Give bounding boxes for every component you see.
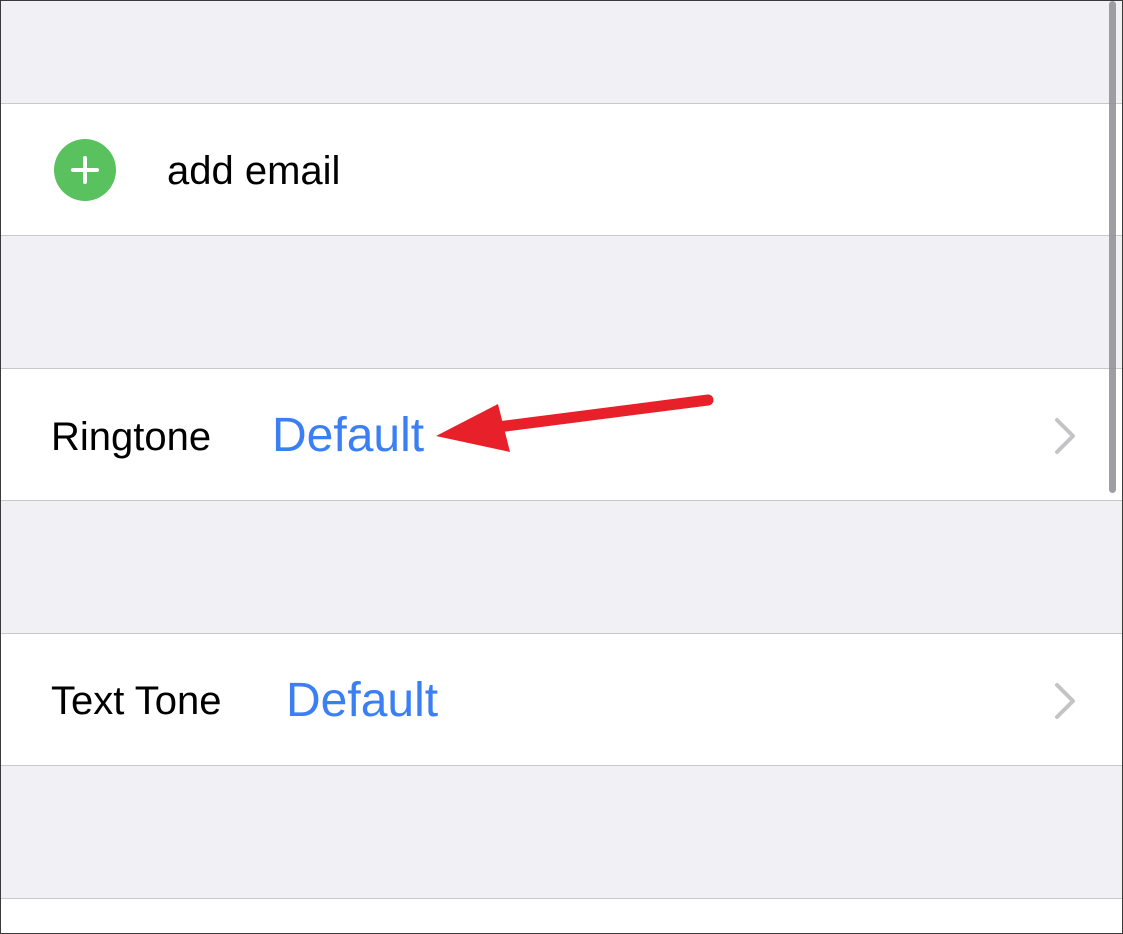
group-spacer — [1, 766, 1122, 898]
text-tone-row[interactable]: Text Tone Default — [1, 633, 1122, 766]
chevron-right-icon — [1055, 683, 1075, 719]
chevron-right-icon — [1055, 418, 1075, 454]
text-tone-label: Text Tone — [51, 679, 222, 723]
scrollbar[interactable] — [1109, 1, 1116, 493]
add-email-row[interactable]: add email — [1, 103, 1122, 236]
add-email-label[interactable]: add email — [167, 151, 340, 191]
group-spacer — [1, 236, 1122, 368]
group-spacer — [1, 1, 1122, 103]
group-spacer — [1, 501, 1122, 633]
next-row[interactable] — [1, 898, 1122, 933]
ringtone-value[interactable]: Default — [272, 412, 424, 460]
ringtone-row[interactable]: Ringtone Default — [1, 368, 1122, 501]
plus-circle-icon[interactable] — [54, 139, 116, 201]
ringtone-label: Ringtone — [51, 415, 212, 459]
text-tone-value[interactable]: Default — [286, 677, 438, 725]
contact-edit-screen: add email Ringtone Default Text Tone Def… — [0, 0, 1123, 934]
